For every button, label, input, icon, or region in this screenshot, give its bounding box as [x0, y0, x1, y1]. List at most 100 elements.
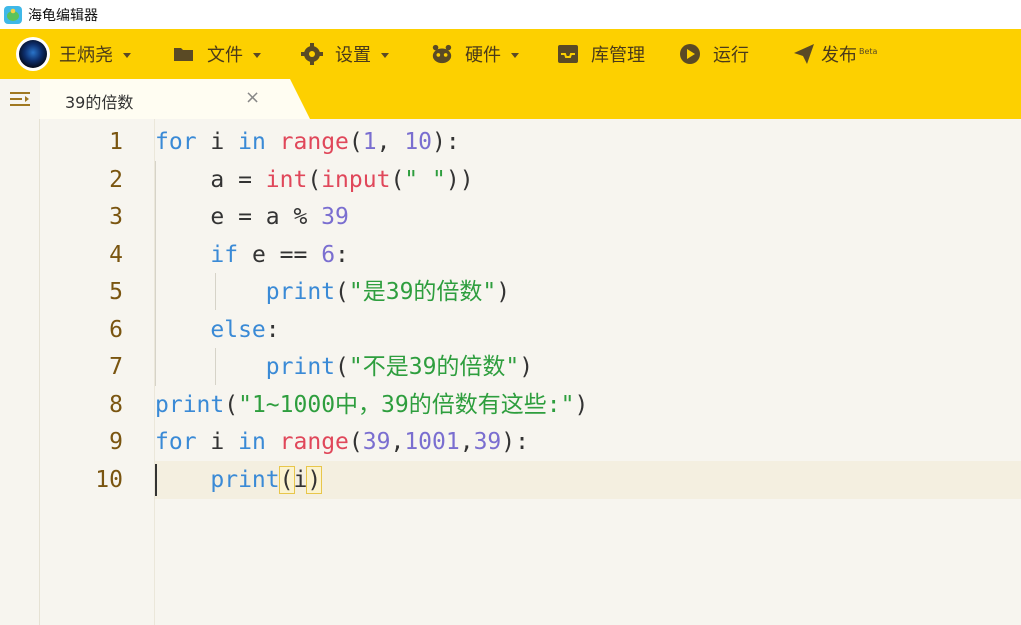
code-token: ): [496, 279, 511, 305]
run-button[interactable]: 运行: [679, 29, 749, 79]
code-token: range: [279, 129, 349, 155]
turtle-app-icon: [4, 5, 22, 24]
line-number: 6: [109, 316, 123, 343]
line-number: 7: [109, 354, 123, 380]
tab-bar: 39的倍数 ×: [0, 79, 1021, 119]
library-menu-label: 库管理: [591, 45, 645, 66]
sidebar-toggle-button[interactable]: [0, 79, 40, 119]
code-line[interactable]: for i in range(39,1001,39):: [155, 424, 529, 462]
code-token: input: [321, 166, 391, 193]
code-line[interactable]: for i in range(1, 10):: [155, 124, 460, 162]
code-line[interactable]: print("不是39的倍数"): [155, 349, 533, 387]
code-token: print: [265, 279, 336, 305]
indent-guide: [215, 273, 216, 310]
list-indent-icon: [10, 92, 30, 106]
code-token: for: [155, 429, 197, 455]
user-name: 王炳尧: [59, 45, 113, 66]
code-token: ,: [459, 429, 474, 455]
code-token: ):: [432, 129, 460, 155]
code-token: for: [155, 129, 197, 155]
code-line[interactable]: print("是39的倍数"): [155, 274, 510, 312]
indent-guide: [215, 348, 216, 385]
code-token: i: [196, 129, 239, 155]
user-menu[interactable]: 王炳尧: [16, 29, 131, 79]
code-token: else: [210, 316, 266, 343]
line-number: 5: [109, 279, 123, 305]
title-bar: 海龟编辑器: [0, 0, 1021, 29]
text-cursor: [155, 464, 157, 496]
code-token: i: [293, 466, 308, 493]
file-menu-label: 文件: [207, 45, 243, 66]
code-token: 1001: [404, 429, 460, 455]
code-token: int: [265, 166, 308, 193]
code-token: in: [238, 129, 266, 155]
code-line[interactable]: print("1~1000中，39的倍数有这些:"): [155, 387, 588, 425]
code-token: 1: [362, 129, 377, 155]
code-token: 10: [404, 129, 433, 155]
code-token: :: [265, 316, 280, 343]
code-token: 6: [321, 241, 336, 268]
line-number: 10: [95, 466, 123, 493]
code-token: "是39的倍数": [348, 279, 497, 305]
code-token: ):: [501, 429, 529, 455]
line-number: 2: [109, 166, 123, 193]
code-line[interactable]: if e == 6:: [155, 237, 349, 275]
menu-bar: 王炳尧 文件 设置 硬件 库管理 运行 发布 Beta: [0, 29, 1021, 79]
code-token: (: [390, 166, 405, 193]
robot-icon: [431, 43, 453, 65]
code-token: "不是39的倍数": [348, 354, 520, 380]
file-menu[interactable]: 文件: [173, 29, 261, 79]
chevron-down-icon: [253, 52, 261, 58]
play-icon: [679, 43, 701, 65]
code-token: range: [279, 429, 349, 455]
code-token: print: [155, 391, 225, 418]
publish-button[interactable]: 发布 Beta: [793, 29, 877, 79]
code-token: )): [445, 166, 474, 193]
code-token: e = a %: [155, 204, 322, 230]
code-token: ): [519, 354, 534, 380]
tab-39-multiples[interactable]: 39的倍数 ×: [40, 79, 310, 119]
sidebar: [0, 119, 40, 625]
line-number: 1: [109, 129, 123, 155]
code-token: 39: [362, 429, 391, 455]
code-token: (: [348, 129, 363, 155]
indent-guide: [155, 161, 156, 386]
code-token: 39: [473, 429, 502, 455]
close-icon[interactable]: ×: [245, 87, 260, 108]
gear-icon: [301, 43, 323, 65]
code-token: 39: [321, 204, 349, 230]
code-line[interactable]: else:: [155, 312, 280, 350]
code-token: ,: [376, 129, 405, 155]
chevron-down-icon: [511, 52, 519, 58]
code-token: (: [335, 279, 349, 305]
hardware-menu-label: 硬件: [465, 45, 501, 66]
code-token: (: [348, 429, 363, 455]
chevron-down-icon: [123, 52, 131, 58]
code-token: (: [224, 391, 239, 418]
publish-label: 发布: [821, 45, 857, 66]
code-token: if: [210, 241, 239, 268]
code-line[interactable]: print(i): [155, 462, 323, 500]
beta-badge: Beta: [859, 46, 878, 56]
avatar: [16, 37, 50, 71]
tab-title: 39的倍数: [65, 93, 134, 112]
library-menu[interactable]: 库管理: [557, 29, 645, 79]
hardware-menu[interactable]: 硬件: [431, 29, 519, 79]
code-token: ): [574, 391, 589, 418]
settings-menu[interactable]: 设置: [301, 29, 389, 79]
code-token: "1~1000中，39的倍数有这些:": [238, 391, 575, 418]
code-token: a =: [155, 166, 266, 193]
line-number: 8: [109, 391, 123, 418]
code-line[interactable]: e = a % 39: [155, 199, 349, 237]
settings-menu-label: 设置: [335, 45, 371, 66]
code-line[interactable]: a = int(input(" ")): [155, 162, 474, 200]
code-token: (: [278, 465, 295, 494]
code-token: e ==: [238, 241, 322, 268]
code-token: print: [210, 466, 280, 493]
